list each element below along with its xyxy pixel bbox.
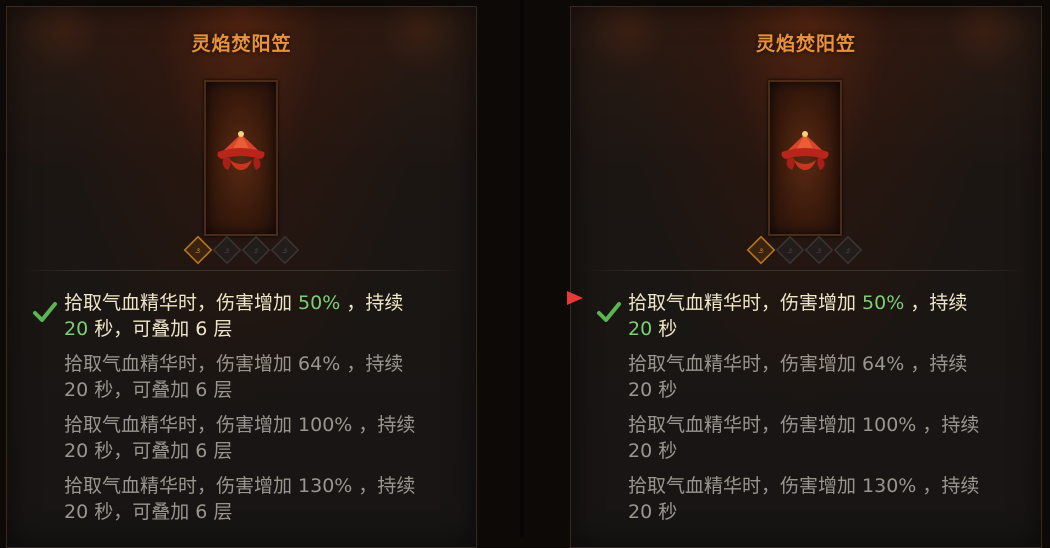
tier-item: 拾取气血精华时，伤害增加 130% ，持续 20 秒 [628,475,980,523]
red-arrow-icon [457,291,583,305]
divider [587,270,1025,271]
item-tooltip-after: 灵焰焚阳笠 ೨ ೨ ೨ ೨ 拾取气血精华时，伤害增加 50% ，持续 20 秒 拾… [570,6,1042,548]
tier-item: 拾取气血精华时，伤害增加 100% ，持续 20 秒，可叠加 6 层 [64,414,416,462]
percent-value: 50% [862,292,905,314]
duration-value: 20 [628,318,653,340]
rune-slots: ೨ ೨ ೨ ೨ [183,235,300,265]
tier-item-active: 拾取气血精华时，伤害增加 50% ，持续 20 秒，可叠加 6 层 [64,292,404,340]
item-title: 灵焰焚阳笠 [755,33,856,55]
item-card [204,80,278,236]
tier-item: 拾取气血精华时，伤害增加 130% ，持续 20 秒，可叠加 6 层 [64,475,416,523]
rune-gem-icon: ೨ [212,235,242,265]
straw-hat-icon [217,131,265,170]
tier-item: 拾取气血精华时，伤害增加 100% ，持续 20 秒 [628,414,980,462]
tier-list: 拾取气血精华时，伤害增加 50% ，持续 20 秒 拾取气血精华时，伤害增加 64… [628,290,1031,534]
rune-gem-icon: ೨ [833,235,863,265]
tier-item-active: 拾取气血精华时，伤害增加 50% ，持续 20 秒 [628,292,968,340]
panel-separator [520,0,524,537]
item-card [768,80,842,236]
stack-value: 6 [195,318,208,340]
checkmark-icon [597,302,621,322]
rune-gem-icon: ೨ [746,235,776,265]
item-title: 灵焰焚阳笠 [191,33,292,55]
divider [23,270,460,271]
item-tooltip-before: 灵焰焚阳笠 ೨ ೨ ೨ ೨ 拾取气血精华时，伤害增加 50% ，持续 20 秒，可… [6,6,477,548]
rune-gem-icon: ೨ [270,235,300,265]
duration-value: 20 [64,318,89,340]
checkmark-icon [33,302,57,322]
percent-value: 50% [298,292,341,314]
tier-item: 拾取气血精华时，伤害增加 64% ，持续 20 秒，可叠加 6 层 [64,353,404,401]
tier-item: 拾取气血精华时，伤害增加 64% ，持续 20 秒 [628,353,968,401]
tier-list: 拾取气血精华时，伤害增加 50% ，持续 20 秒，可叠加 6 层 拾取气血精华时… [64,290,466,534]
straw-hat-icon [781,131,829,170]
rune-slots: ೨ ೨ ೨ ೨ [746,235,863,265]
rune-gem-icon: ೨ [775,235,805,265]
rune-gem-icon: ೨ [241,235,271,265]
rune-gem-icon: ೨ [804,235,834,265]
rune-gem-icon: ೨ [183,235,213,265]
